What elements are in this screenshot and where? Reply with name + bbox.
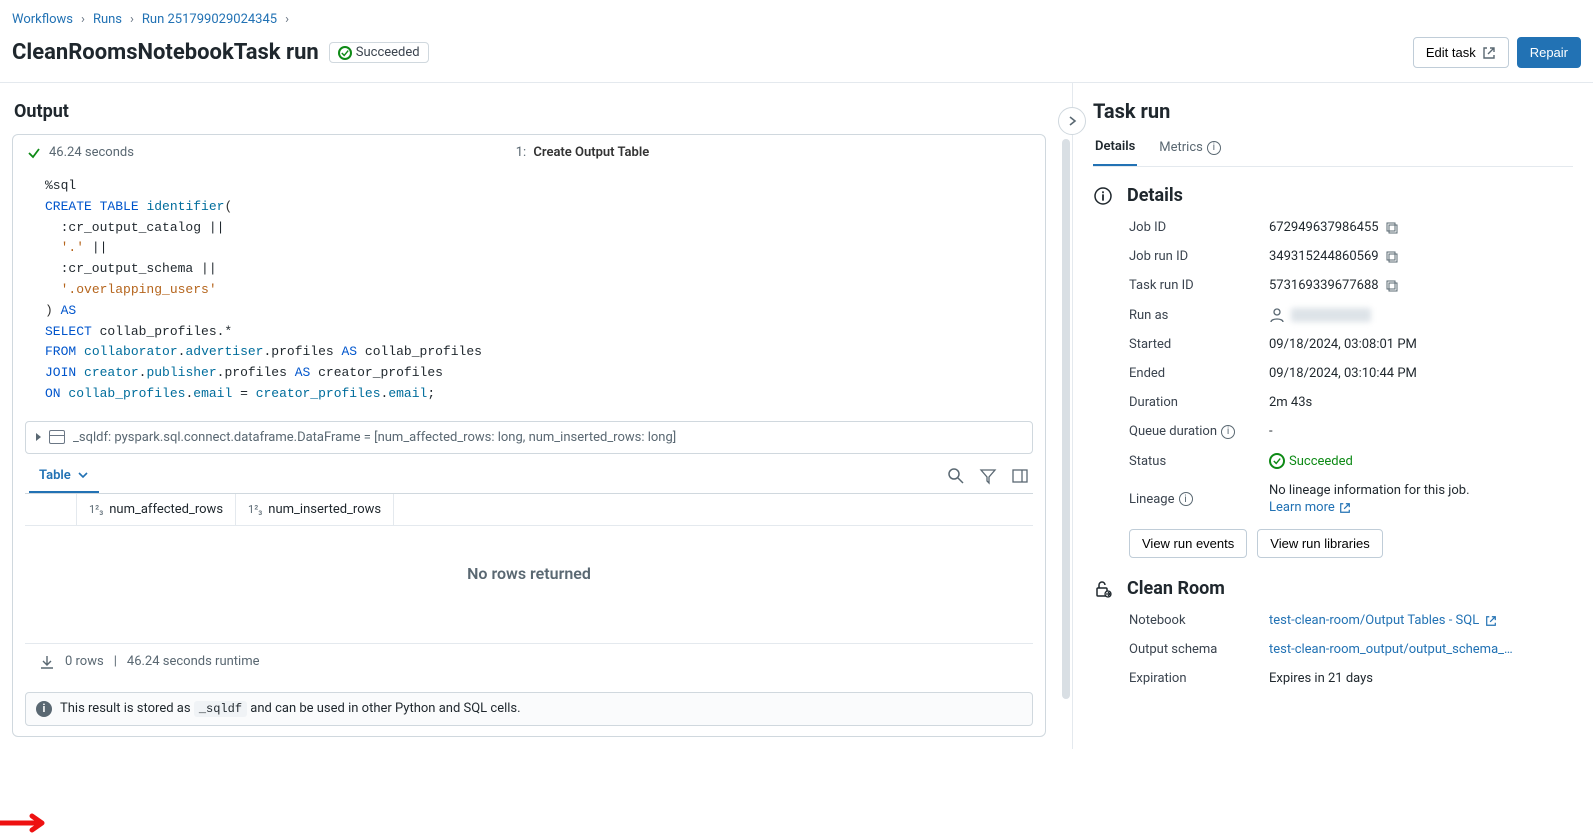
label-ended: Ended — [1129, 366, 1269, 381]
breadcrumb-run-id[interactable]: Run 251799029024345 — [142, 12, 277, 27]
chevron-right-icon: › — [130, 12, 134, 27]
table-column-header[interactable]: 1²₃num_affected_rows — [77, 494, 236, 525]
chevron-right-icon: › — [81, 12, 85, 27]
result-schema[interactable]: _sqldf: pyspark.sql.connect.dataframe.Da… — [25, 421, 1033, 454]
download-icon[interactable] — [39, 654, 55, 670]
external-link-icon — [1485, 615, 1497, 627]
repair-button[interactable]: Repair — [1517, 37, 1581, 68]
clean-room-heading: Clean Room — [1127, 578, 1225, 599]
tab-metrics[interactable]: Metricsi — [1157, 133, 1223, 166]
learn-more-link[interactable]: Learn more — [1269, 500, 1351, 515]
chevron-down-icon — [77, 469, 89, 481]
info-icon[interactable]: i — [1179, 492, 1193, 506]
label-output-schema: Output schema — [1129, 642, 1269, 657]
table-header-row: 1²₃num_affected_rows 1²₃num_inserted_row… — [25, 494, 1033, 526]
details-heading: Details — [1127, 185, 1183, 206]
value-duration: 2m 43s — [1269, 395, 1573, 410]
value-status: Succeeded — [1269, 453, 1353, 469]
external-link-icon — [1339, 502, 1351, 514]
sqldf-code: _sqldf — [194, 701, 247, 717]
lock-share-icon — [1093, 579, 1113, 599]
copy-icon[interactable] — [1385, 279, 1399, 293]
value-task-run-id: 573169339677688 — [1269, 278, 1379, 293]
label-queue-duration: Queue duration i — [1129, 424, 1269, 439]
value-queue-duration: - — [1269, 424, 1573, 439]
collapse-panel-button[interactable] — [1058, 107, 1086, 135]
output-heading: Output — [14, 101, 1064, 122]
cell-title: Create Output Table — [533, 145, 649, 160]
check-icon — [27, 146, 41, 160]
runtime-label: 46.24 seconds runtime — [127, 654, 260, 669]
user-icon — [1269, 307, 1285, 323]
label-job-id: Job ID — [1129, 220, 1269, 235]
label-status: Status — [1129, 454, 1269, 469]
cell-index: 1: — [516, 145, 526, 160]
value-lineage: No lineage information for this job. — [1269, 483, 1470, 498]
label-notebook: Notebook — [1129, 613, 1269, 628]
copy-icon[interactable] — [1385, 250, 1399, 264]
info-icon — [1093, 186, 1113, 206]
value-job-id: 672949637986455 — [1269, 220, 1379, 235]
breadcrumb-workflows[interactable]: Workflows — [12, 12, 73, 27]
filter-icon[interactable] — [979, 467, 997, 485]
page-title: CleanRoomsNotebookTask run — [12, 40, 319, 65]
value-run-as — [1291, 308, 1371, 322]
table-row-number-header — [25, 494, 77, 525]
label-expiration: Expiration — [1129, 671, 1269, 686]
chevron-right-icon — [1067, 116, 1077, 126]
table-icon — [49, 430, 65, 444]
value-ended: 09/18/2024, 03:10:44 PM — [1269, 366, 1573, 381]
notebook-link[interactable]: test-clean-room/Output Tables - SQL — [1269, 613, 1573, 628]
row-count: 0 rows — [65, 654, 104, 669]
label-lineage: Lineage i — [1129, 492, 1269, 507]
view-run-libraries-button[interactable]: View run libraries — [1257, 529, 1382, 558]
check-circle-icon — [338, 46, 352, 60]
tab-details[interactable]: Details — [1093, 133, 1137, 166]
number-type-icon: 1²₃ — [89, 503, 103, 516]
task-run-heading: Task run — [1093, 99, 1573, 123]
cell-duration: 46.24 seconds — [49, 145, 134, 160]
notebook-cell: 46.24 seconds 1: Create Output Table %sq… — [12, 134, 1046, 737]
breadcrumb: Workflows › Runs › Run 251799029024345 › — [0, 0, 1593, 33]
value-started: 09/18/2024, 03:08:01 PM — [1269, 337, 1573, 352]
label-started: Started — [1129, 337, 1269, 352]
columns-icon[interactable] — [1011, 467, 1029, 485]
cell-code: %sql CREATE TABLE identifier( :cr_output… — [13, 170, 1045, 417]
expand-icon[interactable] — [36, 433, 41, 441]
search-icon[interactable] — [947, 467, 965, 485]
breadcrumb-runs[interactable]: Runs — [93, 12, 122, 27]
value-job-run-id: 349315244860569 — [1269, 249, 1379, 264]
label-job-run-id: Job run ID — [1129, 249, 1269, 264]
view-run-events-button[interactable]: View run events — [1129, 529, 1247, 558]
status-badge: Succeeded — [329, 42, 429, 63]
external-link-icon — [1482, 46, 1496, 60]
value-expiration: Expires in 21 days — [1269, 671, 1573, 686]
number-type-icon: 1²₃ — [248, 503, 262, 516]
info-banner: i This result is stored as _sqldf and ca… — [25, 692, 1033, 726]
scrollbar[interactable] — [1062, 139, 1070, 699]
info-icon: i — [36, 701, 52, 717]
info-icon[interactable]: i — [1221, 425, 1235, 439]
info-icon: i — [1207, 141, 1221, 155]
chevron-right-icon: › — [285, 12, 289, 27]
output-schema-link[interactable]: test-clean-room_output/output_schema_… — [1269, 642, 1573, 657]
table-empty-state: No rows returned — [25, 526, 1033, 643]
label-run-as: Run as — [1129, 308, 1269, 323]
label-task-run-id: Task run ID — [1129, 278, 1269, 293]
edit-task-button[interactable]: Edit task — [1413, 37, 1509, 68]
label-duration: Duration — [1129, 395, 1269, 410]
table-column-header[interactable]: 1²₃num_inserted_rows — [236, 494, 394, 525]
copy-icon[interactable] — [1385, 221, 1399, 235]
tab-table[interactable]: Table — [29, 460, 99, 493]
